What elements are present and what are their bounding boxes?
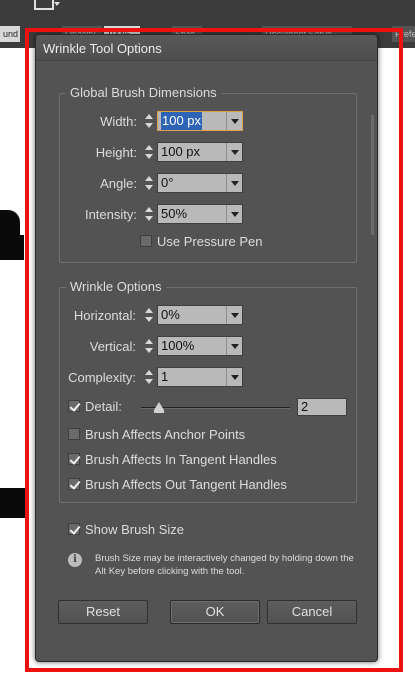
highlight-frame	[25, 28, 403, 672]
artwork-shape	[0, 488, 28, 518]
toolbar-fragment-left[interactable]: und	[0, 26, 20, 42]
artwork-shape	[0, 235, 24, 260]
artboard-icon[interactable]	[34, 0, 60, 10]
